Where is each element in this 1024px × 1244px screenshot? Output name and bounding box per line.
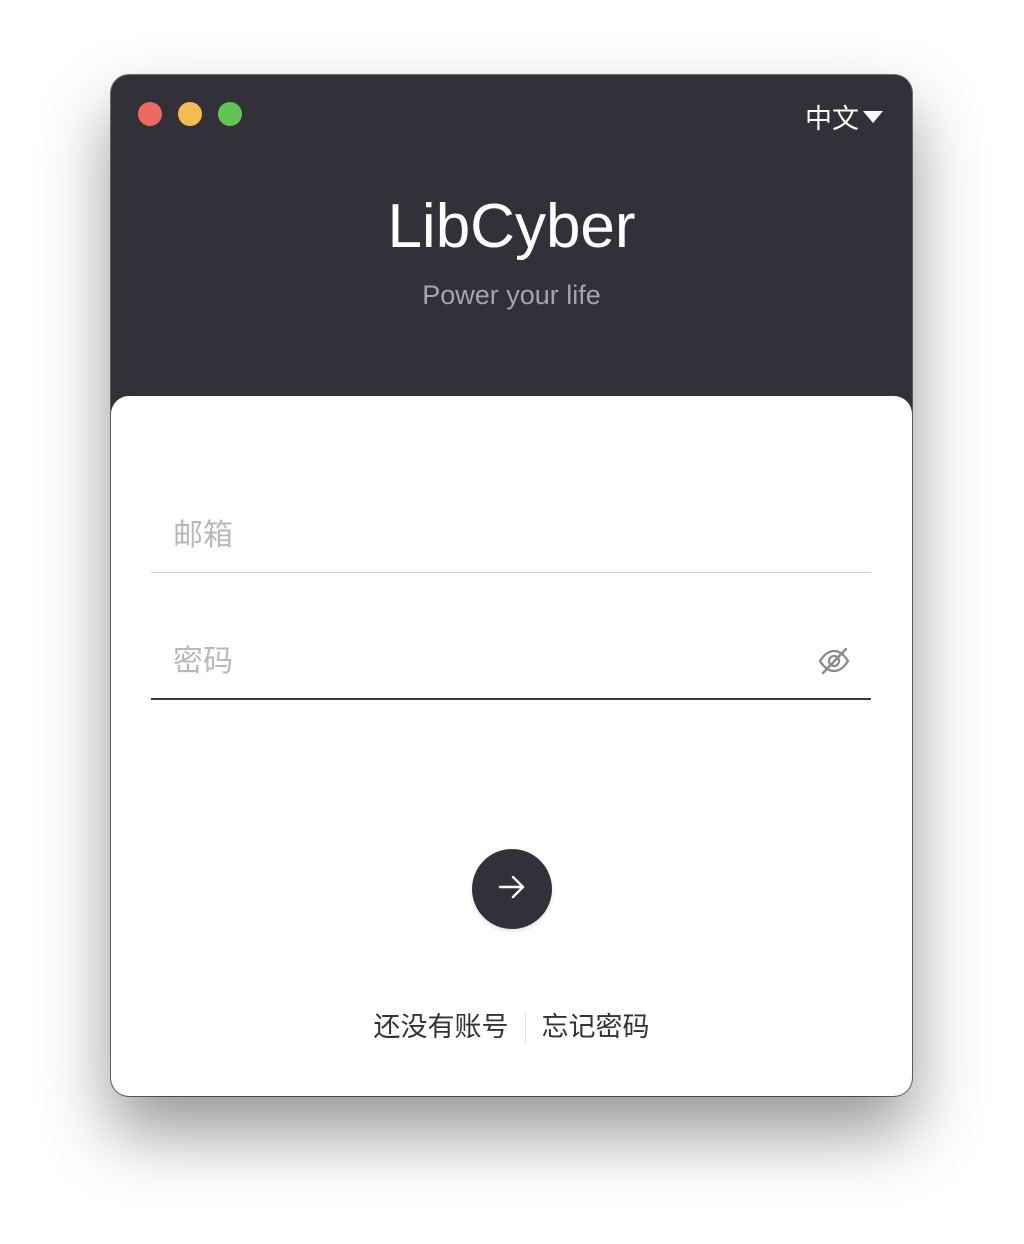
login-card: 还没有账号 忘记密码: [111, 396, 912, 1096]
login-window: 中文 LibCyber Power your life 邮箱 还没有账号 忘记密…: [111, 75, 912, 1096]
footer-links: 还没有账号 忘记密码: [111, 1008, 912, 1048]
language-selector[interactable]: 中文: [805, 97, 883, 136]
email-field: [151, 498, 871, 573]
app-title: LibCyber: [387, 192, 636, 261]
register-link[interactable]: 还没有账号: [358, 1008, 525, 1048]
password-field: [151, 624, 871, 700]
minimize-button[interactable]: [178, 102, 202, 126]
app-tagline: Power your life: [422, 280, 601, 310]
close-button[interactable]: [138, 102, 162, 126]
email-input[interactable]: [151, 498, 813, 572]
arrow-right-icon: [497, 872, 527, 906]
forgot-password-link[interactable]: 忘记密码: [526, 1008, 666, 1048]
caret-down-icon: [863, 110, 883, 123]
submit-button[interactable]: [472, 849, 552, 929]
desktop-backdrop: 中文 LibCyber Power your life 邮箱 还没有账号 忘记密…: [0, 0, 1024, 1244]
zoom-button[interactable]: [218, 102, 242, 126]
language-label: 中文: [805, 104, 859, 135]
password-input[interactable]: [151, 624, 813, 698]
eye-off-icon[interactable]: [817, 644, 851, 678]
window-controls: [138, 102, 242, 126]
